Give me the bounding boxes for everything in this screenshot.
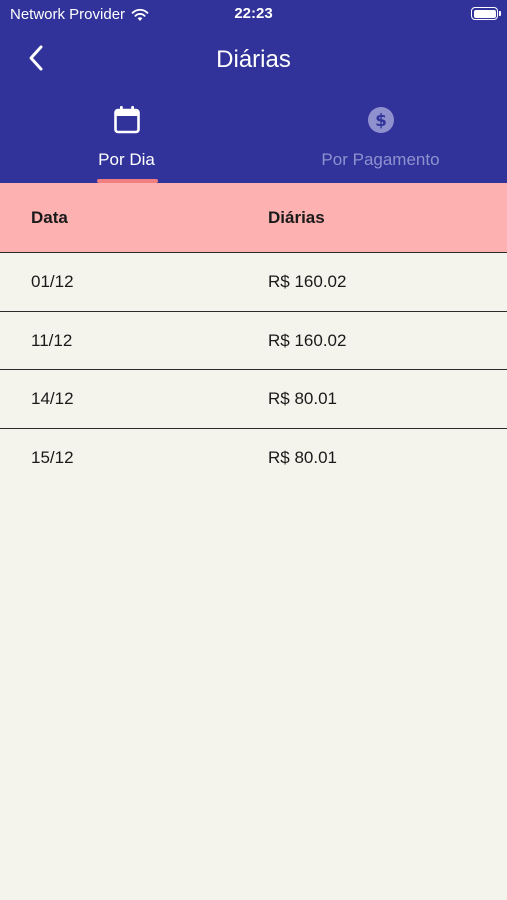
page-title: Diárias xyxy=(216,46,291,73)
diarias-table: Data Diárias 01/12 R$ 160.02 11/12 R$ 16… xyxy=(0,183,507,488)
navigation-header: Diárias xyxy=(0,38,507,82)
row-date: 14/12 xyxy=(31,389,74,409)
dollar-circle-icon: $ xyxy=(367,102,395,138)
row-value: R$ 80.01 xyxy=(268,448,337,468)
table-row: 14/12 R$ 80.01 xyxy=(0,370,507,430)
row-date: 01/12 xyxy=(31,272,74,291)
row-value: R$ 80.01 xyxy=(268,389,337,409)
calendar-icon xyxy=(113,102,141,138)
tab-label-por-dia: Por Dia xyxy=(98,150,155,169)
screen: Network Provider 22:23 Diárias Por Dia $… xyxy=(0,0,507,900)
column-header-diarias: Diárias xyxy=(268,208,325,227)
row-value: R$ 160.02 xyxy=(268,330,347,350)
status-bar: Network Provider 22:23 xyxy=(0,0,507,28)
table-header: Data Diárias xyxy=(0,183,507,253)
top-app-bar: Network Provider 22:23 Diárias Por Dia $… xyxy=(0,0,507,183)
column-header-data: Data xyxy=(31,208,68,227)
battery-icon xyxy=(471,7,501,20)
tab-bar: Por Dia $ Por Pagamento xyxy=(0,100,507,183)
tab-por-dia[interactable]: Por Dia xyxy=(0,100,253,183)
row-date: 15/12 xyxy=(31,448,74,468)
tab-label-por-pagamento: Por Pagamento xyxy=(321,150,440,169)
svg-text:$: $ xyxy=(375,111,387,131)
table-row: 01/12 R$ 160.02 xyxy=(0,253,507,312)
battery-level xyxy=(473,9,496,18)
row-value: R$ 160.02 xyxy=(268,272,347,291)
tab-por-pagamento[interactable]: $ Por Pagamento xyxy=(254,100,507,183)
row-date: 11/12 xyxy=(31,330,73,350)
table-row: 15/12 R$ 80.01 xyxy=(0,429,507,488)
status-time: 22:23 xyxy=(234,5,273,22)
table-row: 11/12 R$ 160.02 xyxy=(0,312,507,371)
